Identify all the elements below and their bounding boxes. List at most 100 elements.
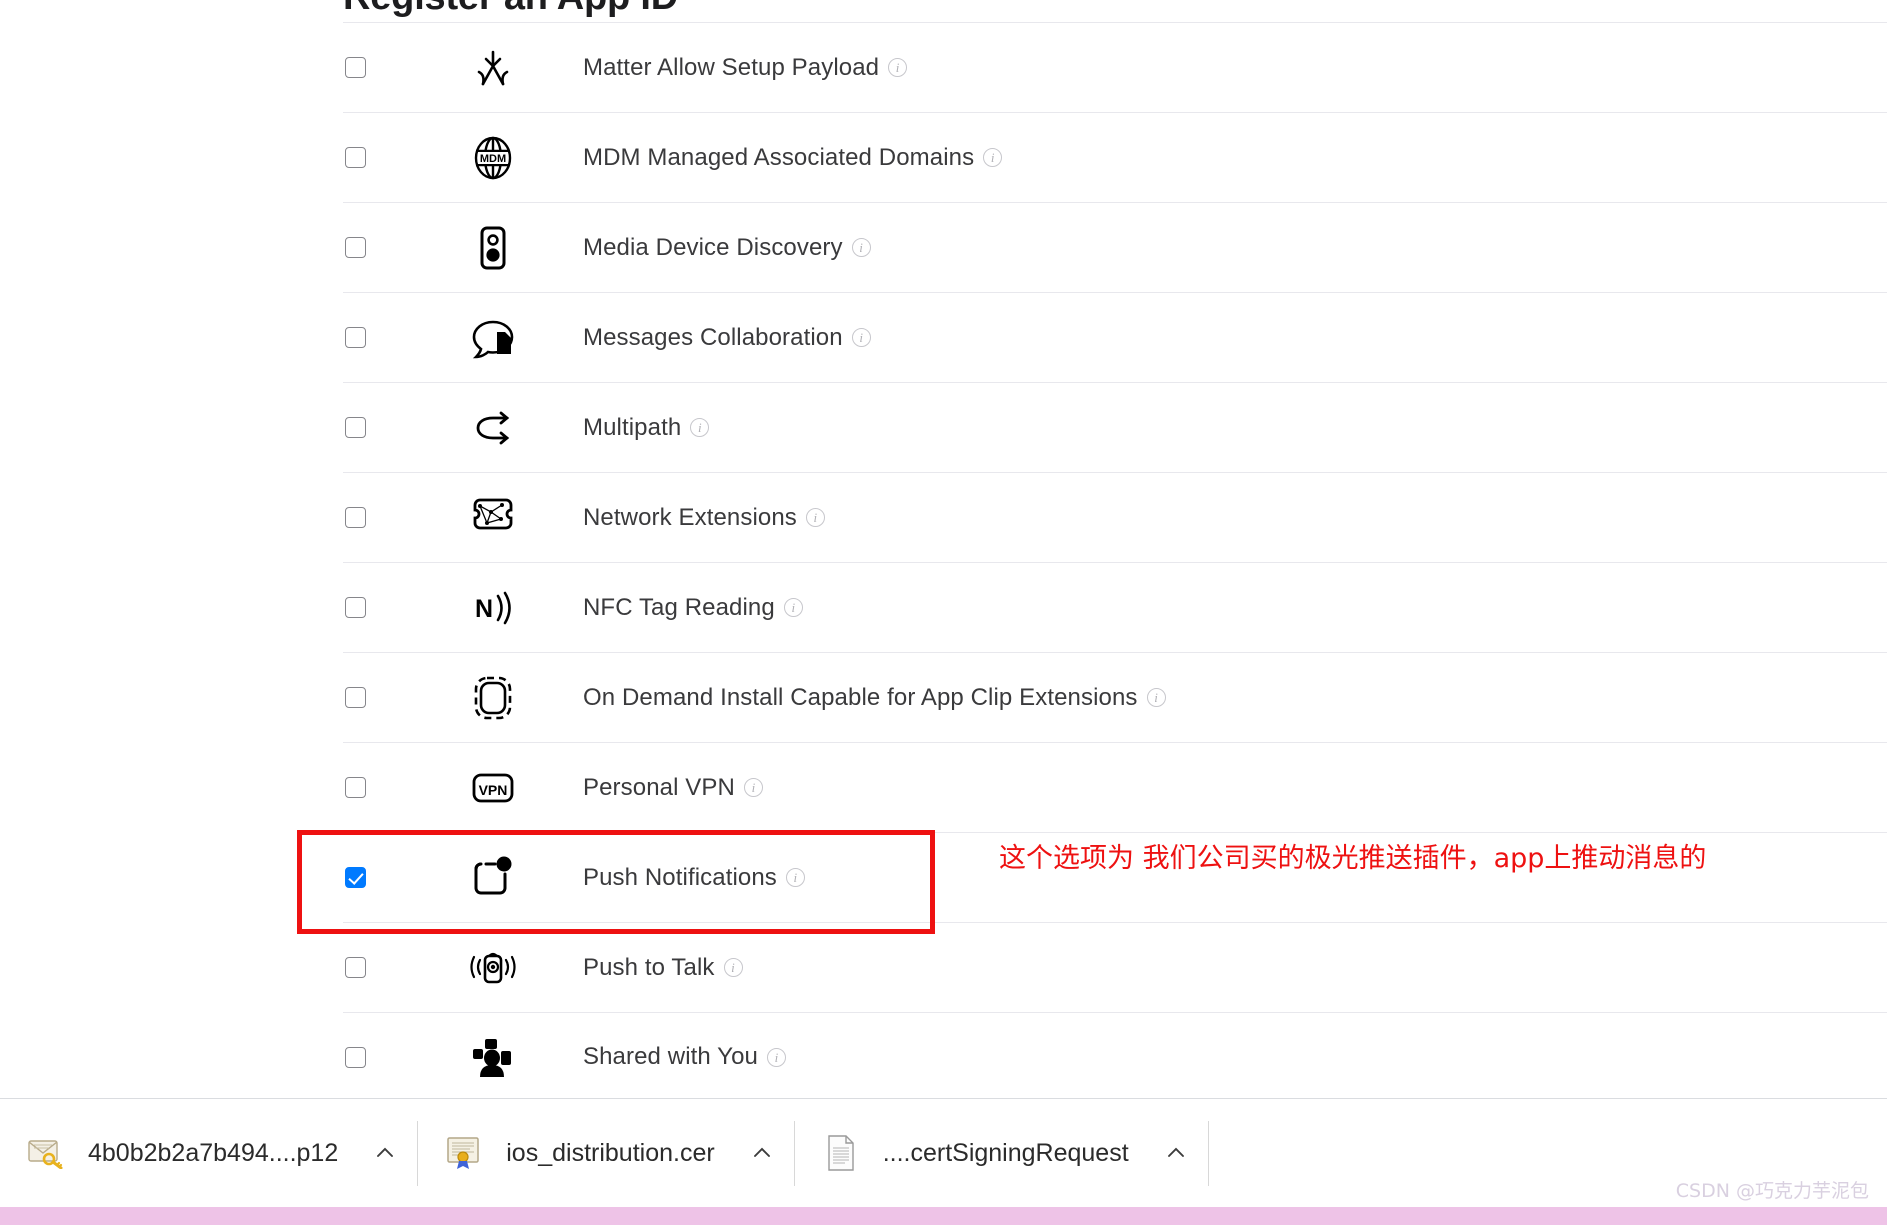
capability-row-push-to-talk[interactable]: Push to Talk i [343,922,1887,1012]
info-icon[interactable]: i [785,868,805,887]
capability-checkbox-personal-vpn[interactable] [345,777,366,798]
info-icon[interactable]: i [690,418,710,437]
vpn-icon: VPN [472,773,514,802]
checkbox-cell[interactable] [343,687,403,708]
capability-icon-cell [403,492,583,544]
info-icon[interactable]: i [743,778,763,797]
capability-icon-cell [403,852,583,904]
capability-label: Personal VPN [583,773,735,801]
capability-label-cell: Push to Talk i [583,954,1887,982]
capability-checkbox-push-to-talk[interactable] [345,957,366,978]
nfc-icon: N [475,591,511,624]
chevron-up-icon[interactable] [1163,1140,1189,1166]
svg-text:N: N [475,595,493,623]
capability-row-network-extensions[interactable]: Network Extensions i [343,472,1887,562]
capability-icon-cell [403,942,583,994]
info-icon[interactable]: i [805,508,825,527]
capability-row-messages-collaboration[interactable]: Messages Collaboration i [343,292,1887,382]
capability-label-cell: NFC Tag Reading i [583,594,1887,622]
capability-row-shared-with-you[interactable]: Shared with You i [343,1012,1887,1102]
capability-checkbox-shared-with-you[interactable] [345,1046,366,1068]
capability-label-cell: Network Extensions i [583,504,1887,532]
capability-label-cell: Matter Allow Setup Payload i [583,54,1887,82]
capability-row-matter-allow-setup-payload[interactable]: Matter Allow Setup Payload i [343,22,1887,112]
multipath-arrows-icon [476,411,510,444]
capability-label: Network Extensions [583,503,797,531]
capability-icon-cell: MDM [403,132,583,184]
capability-label: On Demand Install Capable for App Clip E… [583,683,1138,711]
document-icon [821,1133,861,1173]
chevron-up-icon[interactable] [749,1140,775,1166]
checkbox-cell[interactable] [343,417,403,438]
capability-icon-cell: VPN [403,762,583,814]
capability-label-cell: Messages Collaboration i [583,324,1887,352]
capability-checkbox-messages-collaboration[interactable] [345,327,366,348]
shared-with-you-icon [473,1039,511,1077]
capabilities-table: Matter Allow Setup Payload i MDM MDM Man… [343,22,1887,1102]
info-icon[interactable]: i [888,58,908,77]
info-icon[interactable]: i [783,598,803,617]
capability-checkbox-matter-allow-setup-payload[interactable] [345,57,366,78]
capability-checkbox-multipath[interactable] [345,417,366,438]
capability-label: Messages Collaboration [583,323,843,351]
checkbox-cell[interactable] [343,597,403,618]
svg-text:MDM: MDM [480,153,506,165]
capability-label: Media Device Discovery [583,233,843,261]
info-icon[interactable]: i [983,148,1003,167]
capability-label: Push to Talk [583,953,715,981]
capability-label-cell: Shared with You i [583,1043,1887,1071]
annotation-text: 这个选项为 我们公司买的极光推送插件，app上推动消息的 [999,843,1707,874]
checkbox-cell[interactable] [343,237,403,258]
capability-checkbox-mdm-managed-associated-domains[interactable] [345,147,366,168]
capability-checkbox-media-device-discovery[interactable] [345,237,366,258]
capability-row-personal-vpn[interactable]: VPN Personal VPN i [343,742,1887,832]
app-clip-dashed-icon [474,676,512,719]
info-icon[interactable]: i [851,328,871,347]
capability-icon-cell [403,42,583,94]
download-item-certsigningrequest[interactable]: ....certSigningRequest [795,1099,1209,1208]
certificate-icon [444,1133,484,1173]
capability-row-on-demand-install-capable-for-app-clip-extensions[interactable]: On Demand Install Capable for App Clip E… [343,652,1887,742]
capability-label: Multipath [583,413,682,441]
page-title: Register an App ID [343,0,678,19]
checkbox-cell[interactable] [343,1046,403,1068]
capability-label: Shared with You [583,1043,758,1070]
info-icon[interactable]: i [723,958,743,977]
capability-checkbox-nfc-tag-reading[interactable] [345,597,366,618]
download-filename: 4b0b2b2a7b494....p12 [88,1138,339,1167]
chevron-up-icon[interactable] [372,1140,398,1166]
capability-icon-cell [403,312,583,364]
checkbox-cell[interactable] [343,507,403,528]
info-icon[interactable]: i [766,1047,786,1067]
checkbox-cell[interactable] [343,957,403,978]
info-icon[interactable]: i [1146,688,1166,707]
capability-row-mdm-managed-associated-domains[interactable]: MDM MDM Managed Associated Domains i [343,112,1887,202]
checkbox-cell[interactable] [343,147,403,168]
app-root: Register an App ID [0,0,1887,1225]
checkbox-cell[interactable] [343,327,403,348]
capability-row-nfc-tag-reading[interactable]: N NFC Tag Reading i [343,562,1887,652]
network-puzzle-icon [473,498,513,529]
capability-icon-cell [403,402,583,454]
download-item-cer[interactable]: ios_distribution.cer [418,1099,796,1208]
bottom-pink-strip [0,1207,1887,1225]
info-icon[interactable]: i [851,238,871,257]
checkbox-cell[interactable] [343,57,403,78]
capability-checkbox-network-extensions[interactable] [345,507,366,528]
capability-checkbox-on-demand-install-capable-for-app-clip-extensions[interactable] [345,687,366,708]
download-item-p12[interactable]: 4b0b2b2a7b494....p12 [0,1099,419,1208]
capability-label-cell: On Demand Install Capable for App Clip E… [583,684,1887,712]
matter-icon [477,50,509,85]
capability-row-multipath[interactable]: Multipath i [343,382,1887,472]
capability-checkbox-push-notifications[interactable] [345,867,366,888]
key-envelope-icon [26,1133,66,1173]
download-filename: ....certSigningRequest [882,1138,1129,1167]
checkbox-cell[interactable] [343,867,403,888]
capability-label-cell: Media Device Discovery i [583,234,1887,262]
capability-row-media-device-discovery[interactable]: Media Device Discovery i [343,202,1887,292]
capability-label-cell: Multipath i [583,414,1887,442]
checkbox-cell[interactable] [343,777,403,798]
capability-label: Matter Allow Setup Payload [583,53,880,81]
capability-label: Push Notifications [583,863,777,891]
download-shelf: 4b0b2b2a7b494....p12 ios_distribution.ce… [0,1098,1887,1207]
